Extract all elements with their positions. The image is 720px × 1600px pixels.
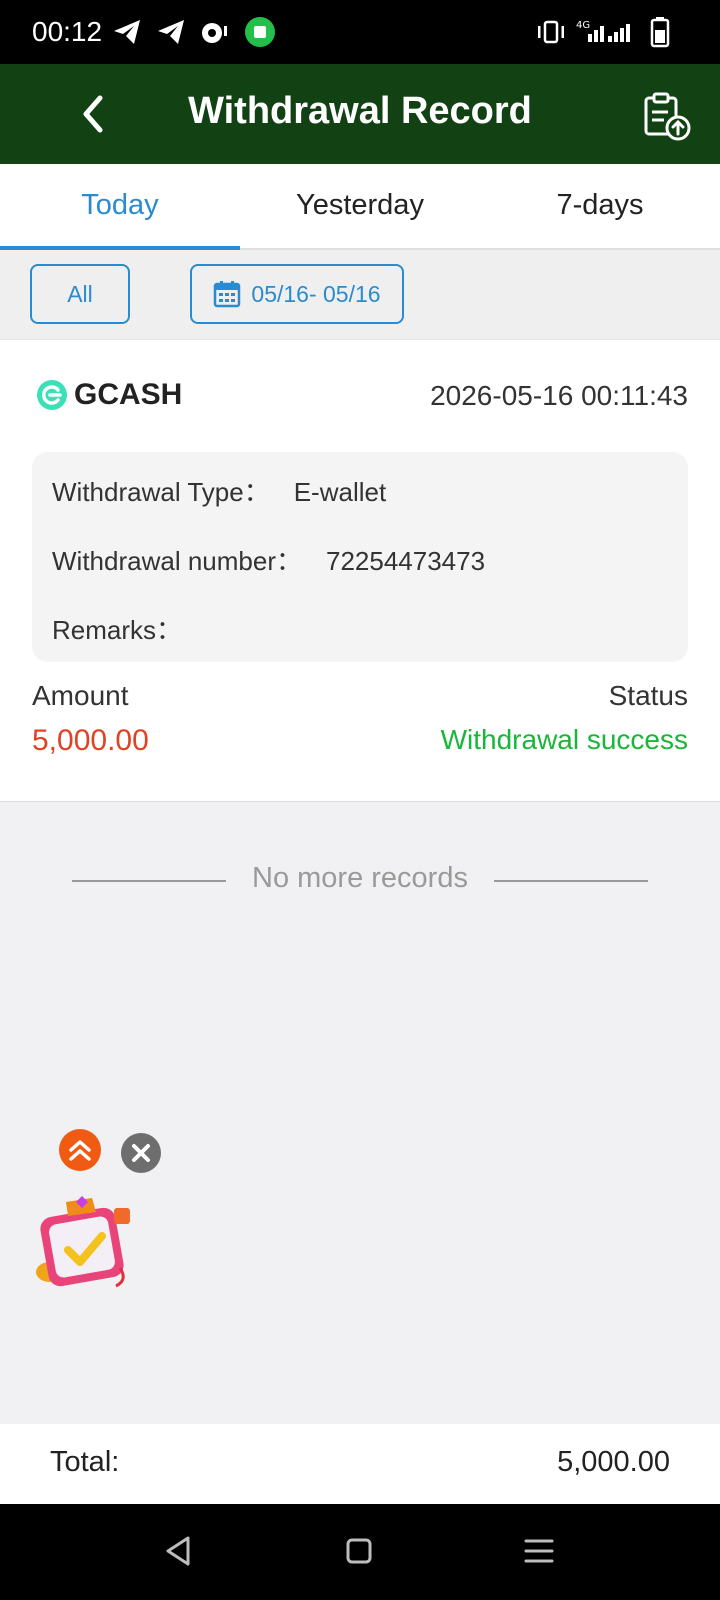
status-label: Status bbox=[608, 680, 688, 711]
withdrawal-record-card[interactable]: GCASH 2026-05-16 00:11:43 Withdrawal Typ… bbox=[0, 340, 720, 802]
record-details: Withdrawal Type： E-wallet Withdrawal numb… bbox=[32, 452, 688, 662]
system-navigation-bar bbox=[0, 1504, 720, 1600]
clipboard-upload-icon[interactable] bbox=[640, 90, 692, 142]
filter-all-label: All bbox=[67, 280, 93, 307]
withdrawal-number-row: Withdrawal number： 72254473473 bbox=[52, 541, 485, 578]
close-icon[interactable] bbox=[120, 1132, 162, 1174]
date-tabs: Today Yesterday 7-days bbox=[0, 164, 720, 250]
filter-bar: All 05/16- 05/16 bbox=[0, 250, 720, 340]
vibrate-icon bbox=[538, 20, 564, 44]
nav-home-icon[interactable] bbox=[342, 1534, 376, 1568]
date-range-label: 05/16- 05/16 bbox=[251, 280, 381, 307]
list-end-indicator: No more records bbox=[0, 860, 720, 900]
nav-menu-icon[interactable] bbox=[522, 1534, 556, 1568]
expand-up-icon[interactable] bbox=[58, 1128, 102, 1172]
app-header: Withdrawal Record bbox=[0, 64, 720, 164]
tab-yesterday[interactable]: Yesterday bbox=[240, 164, 480, 250]
app-notification-icon bbox=[245, 17, 275, 47]
status-value: Withdrawal success bbox=[440, 724, 688, 755]
date-range-button[interactable]: 05/16- 05/16 bbox=[190, 264, 404, 324]
music-icon bbox=[202, 23, 227, 43]
battery-icon bbox=[650, 17, 670, 48]
remarks-row: Remarks： bbox=[52, 610, 206, 647]
telegram-icon bbox=[114, 20, 140, 44]
no-more-records-text: No more records bbox=[252, 862, 468, 894]
signal-icon: 4G bbox=[576, 20, 630, 42]
filter-all-button[interactable]: All bbox=[30, 264, 130, 324]
page-title: Withdrawal Record bbox=[188, 90, 532, 132]
nav-back-icon[interactable] bbox=[162, 1534, 196, 1568]
total-label: Total: bbox=[50, 1446, 120, 1478]
amount-value: 5,000.00 bbox=[32, 724, 149, 757]
withdrawal-type-row: Withdrawal Type： E-wallet bbox=[52, 472, 386, 509]
withdrawal-number-value: 72254473473 bbox=[325, 546, 486, 576]
calendar-icon bbox=[214, 281, 241, 308]
withdrawal-type-value: E-wallet bbox=[293, 477, 387, 507]
promo-checkin-icon[interactable] bbox=[32, 1192, 136, 1296]
record-datetime: 2026-05-16 00:11:43 bbox=[430, 380, 688, 411]
divider-right bbox=[494, 880, 648, 882]
amount-label: Amount bbox=[32, 680, 129, 711]
withdrawal-number-label: Withdrawal number： bbox=[52, 546, 302, 576]
telegram-icon bbox=[158, 20, 184, 44]
svg-text:4G: 4G bbox=[576, 20, 590, 31]
payment-method: GCASH bbox=[36, 378, 182, 412]
tab-7-days[interactable]: 7-days bbox=[480, 164, 720, 250]
total-value: 5,000.00 bbox=[557, 1446, 670, 1478]
status-time: 00:12 bbox=[32, 16, 103, 47]
payment-method-name: GCASH bbox=[74, 378, 183, 411]
remarks-label: Remarks： bbox=[52, 615, 183, 645]
status-bar: 00:12 4G bbox=[0, 0, 720, 64]
total-bar: Total: 5,000.00 bbox=[0, 1424, 720, 1504]
gcash-logo-icon bbox=[37, 380, 67, 410]
withdrawal-type-label: Withdrawal Type： bbox=[52, 477, 270, 507]
tab-today[interactable]: Today bbox=[0, 164, 240, 250]
